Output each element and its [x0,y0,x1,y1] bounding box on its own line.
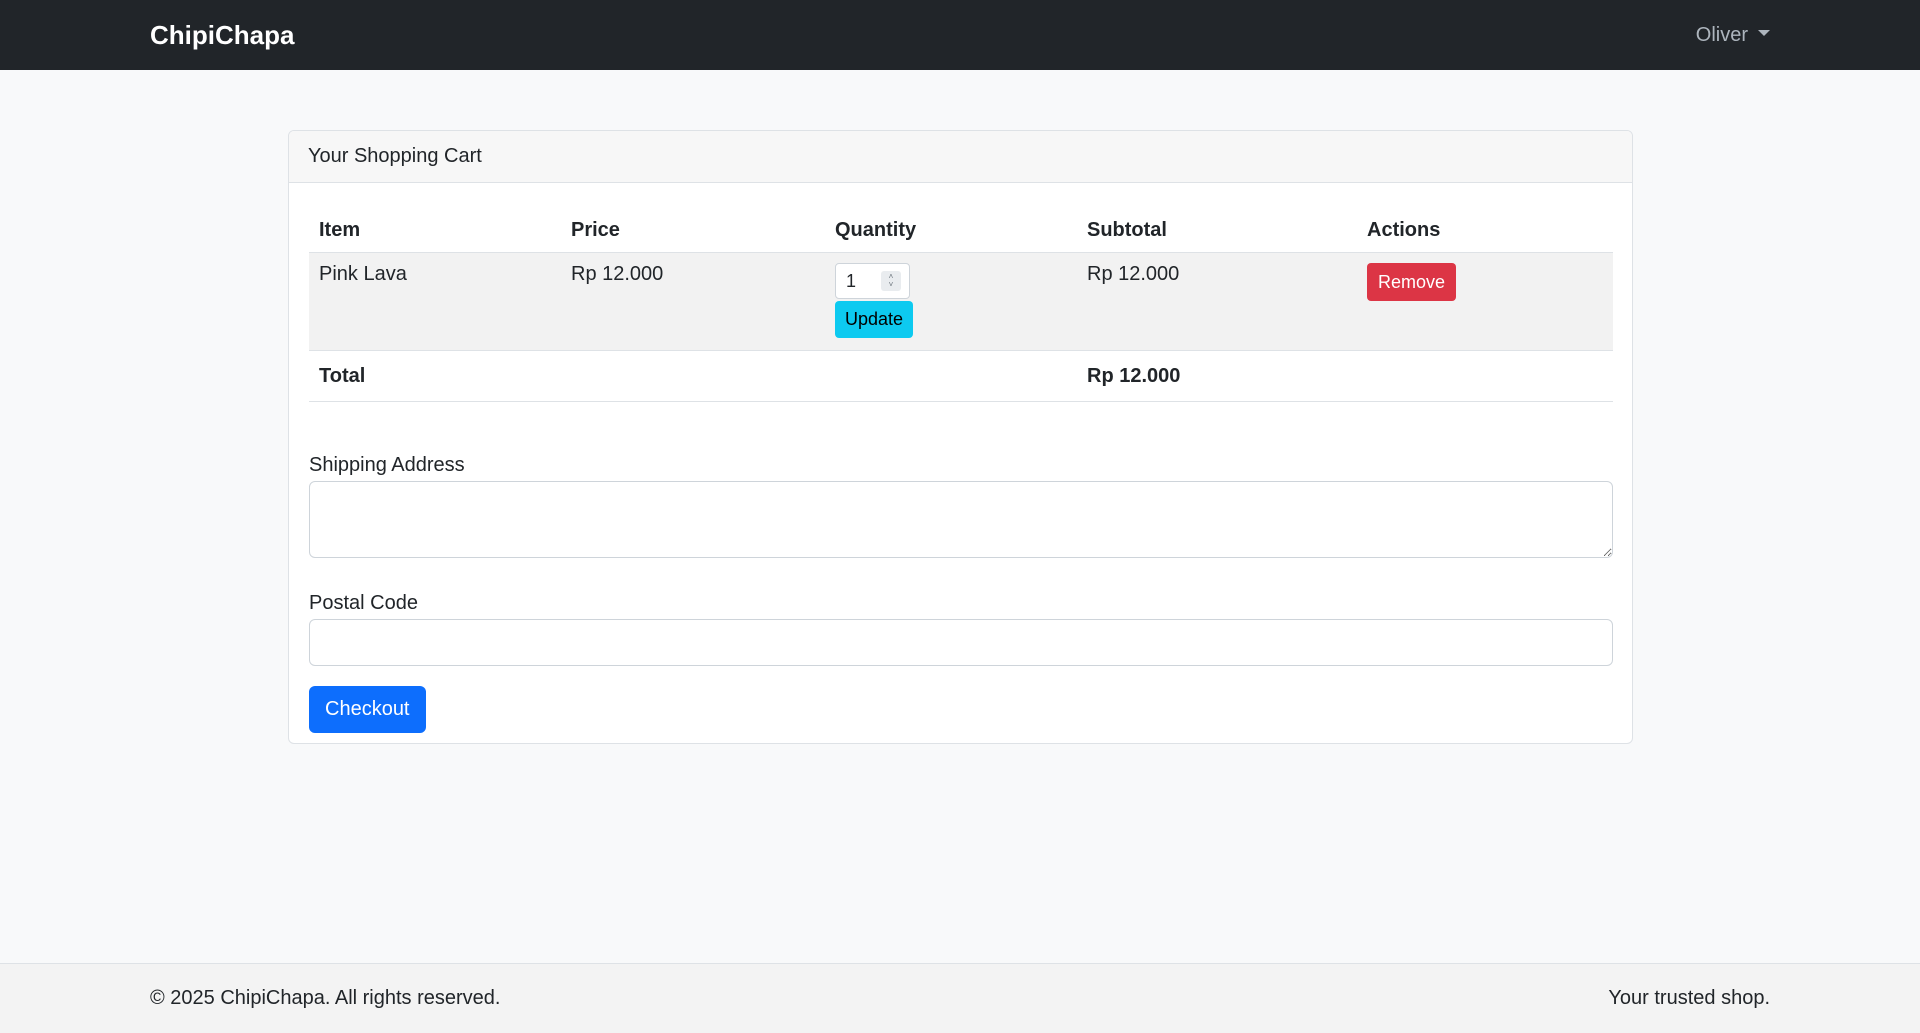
shopping-cart-card: Your Shopping Cart Item Price Quantity S… [288,130,1633,744]
card-body: Item Price Quantity Subtotal Actions Pin… [289,203,1632,733]
column-header-subtotal: Subtotal [1077,203,1357,253]
spinner-icon[interactable]: ˄ ˅ [881,271,901,291]
table-row: Pink Lava Rp 12.000 1 ˄ ˅ Update Rp 12.00… [309,252,1613,351]
user-menu-dropdown[interactable]: Oliver [1696,24,1770,47]
brand-logo[interactable]: ChipiChapa [150,20,294,51]
postal-code-field[interactable] [309,619,1613,666]
footer-copyright: © 2025 ChipiChapa. All rights reserved. [150,987,501,1009]
item-price: Rp 12.000 [561,252,825,351]
remove-button[interactable]: Remove [1367,263,1457,301]
shipping-address-label: Shipping Address [309,454,465,476]
table-header-row: Item Price Quantity Subtotal Actions [309,203,1613,253]
card-header: Your Shopping Cart [289,131,1632,183]
actions-cell: Remove [1357,252,1613,351]
postal-code-label: Postal Code [309,592,418,614]
footer-tagline: Your trusted shop. [1608,987,1770,1009]
navbar: ChipiChapa Oliver [0,0,1920,70]
cart-table: Item Price Quantity Subtotal Actions Pin… [309,203,1613,402]
total-value: Rp 12.000 [1077,350,1357,402]
column-header-actions: Actions [1357,203,1613,253]
user-name: Oliver [1695,23,1748,46]
item-name: Pink Lava [309,252,561,351]
cart-title: Your Shopping Cart [308,145,482,167]
total-label: Total [309,350,561,402]
column-header-quantity: Quantity [825,203,1077,253]
quantity-cell: 1 ˄ ˅ Update [825,252,1077,351]
chevron-down-icon [1758,30,1770,36]
item-subtotal: Rp 12.000 [1077,252,1357,351]
column-header-item: Item [309,203,561,253]
shipping-address-field[interactable] [309,481,1613,558]
quantity-value: 1 [846,270,857,291]
quantity-stepper[interactable]: 1 ˄ ˅ [835,263,910,299]
checkout-button[interactable]: Checkout [309,686,426,733]
column-header-price: Price [561,203,825,253]
total-row: Total Rp 12.000 [309,350,1613,402]
footer: © 2025 ChipiChapa. All rights reserved. … [0,963,1920,1033]
update-button[interactable]: Update [835,301,914,338]
